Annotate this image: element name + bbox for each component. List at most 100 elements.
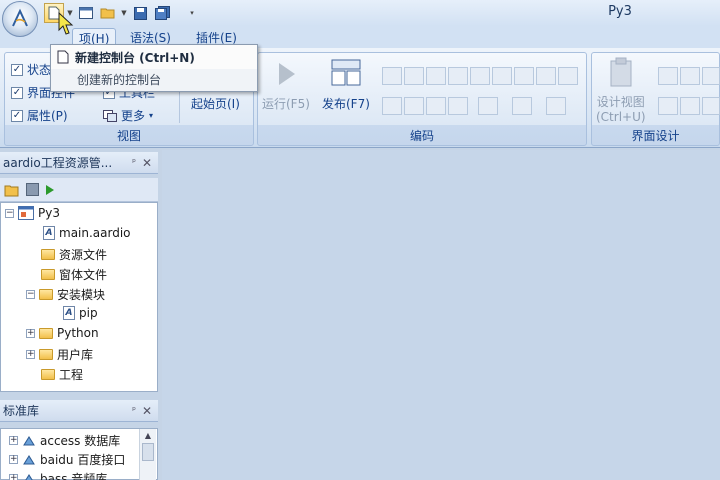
tree-node-folder[interactable]: 工程 (41, 366, 83, 383)
close-icon[interactable]: ✕ (142, 152, 152, 174)
same-height-button[interactable] (680, 97, 700, 115)
collapse-icon[interactable]: − (5, 208, 14, 218)
properties-check[interactable]: ✓ 属性(P) (11, 107, 68, 124)
more-button[interactable]: 更多 ▾ (103, 107, 153, 124)
indent-button[interactable] (470, 67, 490, 85)
open-dropdown-arrow[interactable]: ▼ (120, 3, 128, 23)
new-window-button[interactable] (76, 3, 96, 23)
status-check[interactable]: ✓ 状态 (11, 61, 51, 78)
clear-bookmark-button[interactable] (448, 97, 468, 115)
collapse-icon[interactable]: − (26, 290, 35, 299)
menu-item-label: 新建控制台 (Ctrl+N) (75, 50, 195, 65)
tree-label: main.aardio (59, 226, 131, 240)
pin-icon[interactable]: ᵖ (132, 400, 136, 422)
menu-item-new-console[interactable]: 新建控制台 (Ctrl+N) (51, 45, 257, 69)
align-left-button[interactable] (658, 67, 678, 85)
tree-node-folder[interactable]: 窗体文件 (41, 266, 107, 283)
aardio-file-icon: A (43, 226, 55, 240)
tree-node-folder[interactable]: 资源文件 (41, 246, 107, 263)
publish-button[interactable]: 发布(F7) (322, 59, 370, 112)
editor-workspace (162, 150, 720, 480)
code-group: 运行(F5) 发布(F7) 编码 (257, 52, 587, 146)
design-view-button[interactable]: 设计视图 (Ctrl+U) (596, 57, 646, 124)
scroll-thumb[interactable] (142, 443, 154, 461)
ui-design-group: 设计视图 (Ctrl+U) 界面设计 (591, 52, 720, 146)
cut-button[interactable] (382, 67, 402, 85)
start-page-label: 起始页(I) (191, 97, 240, 111)
tree-label: 窗体文件 (59, 268, 108, 282)
group-label: 视图 (116, 129, 141, 143)
application-button[interactable] (2, 1, 38, 37)
save-all-icon (154, 6, 170, 20)
customize-qat-arrow[interactable]: ▾ (188, 3, 196, 23)
library-item[interactable]: + bass 音频库 (9, 470, 107, 480)
expand-icon[interactable]: + (26, 328, 35, 338)
library-icon (24, 473, 34, 480)
pin-icon[interactable]: ᵖ (132, 152, 136, 174)
folder-icon (41, 369, 55, 380)
project-toolbar (0, 178, 158, 202)
find-button[interactable] (546, 97, 566, 115)
expand-icon[interactable]: + (9, 436, 18, 445)
tree-node-folder[interactable]: − 安装模块 (26, 286, 105, 303)
publish-icon (331, 59, 361, 86)
expand-icon[interactable]: + (9, 474, 18, 480)
open-project-icon[interactable] (4, 183, 20, 197)
save-button[interactable] (130, 3, 150, 23)
bookmark-button[interactable] (382, 97, 402, 115)
mouse-cursor-icon (58, 12, 74, 35)
tree-label: Python (57, 326, 99, 340)
library-icon (23, 454, 35, 464)
design-view-label: 设计视图 (596, 95, 645, 109)
align-center-button[interactable] (680, 67, 700, 85)
scroll-up-icon[interactable]: ▲ (140, 431, 156, 440)
undo-button[interactable] (478, 97, 498, 115)
tree-label: 安装模块 (57, 288, 106, 302)
redo-button[interactable] (512, 97, 532, 115)
publish-label: 发布(F7) (322, 97, 370, 111)
start-page-button[interactable]: 起始页(I) (191, 95, 240, 112)
new-dropdown-menu: 新建控制台 (Ctrl+N) 创建新的控制台 (50, 44, 258, 92)
copy-button[interactable] (404, 67, 424, 85)
aardio-logo-icon (12, 8, 28, 27)
expand-icon[interactable]: + (9, 455, 18, 464)
save-all-button[interactable] (152, 3, 172, 23)
format-button[interactable] (536, 67, 556, 85)
paste-button[interactable] (426, 67, 446, 85)
select-all-button[interactable] (448, 67, 468, 85)
open-button[interactable] (98, 3, 118, 23)
library-item[interactable]: + access 数据库 (9, 432, 120, 449)
comment-button[interactable] (558, 67, 578, 85)
group-label: 界面设计 (631, 129, 680, 143)
folder-icon (39, 327, 53, 339)
save-icon (133, 6, 147, 20)
tree-label: 资源文件 (59, 248, 108, 262)
folder-icon (39, 289, 53, 300)
tree-label: pip (79, 306, 98, 320)
tree-node-file[interactable]: A main.aardio (43, 226, 131, 240)
expand-icon[interactable]: + (26, 350, 35, 359)
tree-node-project[interactable]: − Py3 (5, 206, 60, 220)
outdent-button[interactable] (492, 67, 512, 85)
window-icon (79, 7, 93, 19)
align-button[interactable] (514, 67, 534, 85)
close-icon[interactable]: ✕ (142, 400, 152, 422)
folder-icon (41, 249, 55, 260)
save-icon[interactable] (26, 183, 39, 196)
folder-icon (41, 269, 55, 280)
window-title: Py3 (608, 4, 632, 19)
tree-node-file[interactable]: A pip (63, 306, 98, 320)
library-scrollbar[interactable]: ▲ (139, 429, 156, 480)
same-width-button[interactable] (658, 97, 678, 115)
run-icon[interactable] (45, 184, 55, 196)
project-icon (18, 206, 34, 220)
align-right-button[interactable] (702, 67, 720, 85)
library-item[interactable]: + baidu 百度接口 (9, 451, 125, 468)
run-button[interactable]: 运行(F5) (262, 61, 310, 112)
prev-bookmark-button[interactable] (404, 97, 424, 115)
next-bookmark-button[interactable] (426, 97, 446, 115)
tree-node-folder[interactable]: + Python (26, 326, 99, 340)
tree-node-folder[interactable]: + 用户库 (26, 346, 93, 363)
project-pane-title: aardio工程资源管... (3, 156, 113, 170)
same-size-button[interactable] (702, 97, 720, 115)
